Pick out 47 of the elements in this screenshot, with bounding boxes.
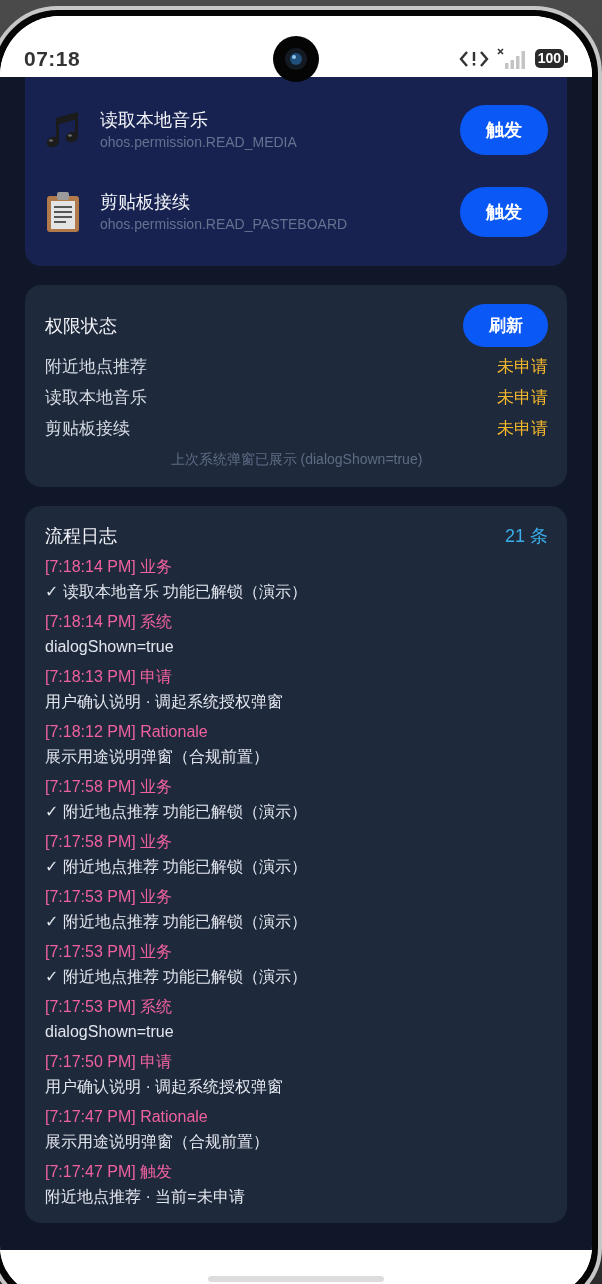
log-entry-message: ✓ 附近地点推荐 功能已解锁（演示） (45, 912, 308, 932)
log-entry-header: [7:17:50 PM] 申请 (45, 1052, 173, 1072)
trigger-button[interactable]: 触发 (460, 105, 548, 155)
log-entry-header: [7:18:13 PM] 申请 (45, 667, 173, 687)
feature-title: 剪贴板接续 (100, 191, 191, 214)
log-entry-header: [7:17:58 PM] 业务 (45, 832, 173, 852)
log-entry-header: [7:17:47 PM] Rationale (45, 1107, 208, 1127)
front-camera-icon (273, 36, 319, 82)
log-entry-header: [7:17:53 PM] 业务 (45, 887, 173, 907)
dialog-status-note: 上次系统弹窗已展示 (dialogShown=true) (170, 450, 423, 469)
log-entry-header: [7:18:14 PM] 业务 (45, 557, 173, 577)
log-entry-header: [7:18:14 PM] 系统 (45, 612, 173, 632)
card-title: 流程日志 (45, 525, 117, 548)
card-title: 权限状态 (45, 314, 117, 338)
no-signal-icon (496, 47, 527, 70)
permission-label: 剪贴板接续 (45, 418, 130, 440)
permission-status: 未申请 (497, 387, 548, 409)
log-entry-message: 展示用途说明弹窗（合规前置） (45, 1132, 269, 1152)
log-entry-header: [7:18:12 PM] Rationale (45, 722, 208, 742)
log-entry-header: [7:17:53 PM] 业务 (45, 942, 173, 962)
permission-name: ohos.permission.READ_PASTEBOARD (100, 215, 349, 234)
log-entry-message: 用户确认说明 · 调起系统授权弹窗 (45, 692, 284, 712)
permission-name: ohos.permission.READ_MEDIA (100, 133, 298, 152)
log-entry-message: 附近地点推荐 · 当前=未申请 (45, 1187, 245, 1207)
music-notes-icon (45, 110, 81, 150)
feature-title: 读取本地音乐 (100, 109, 209, 132)
permission-label: 读取本地音乐 (45, 387, 147, 409)
permission-label: 附近地点推荐 (45, 356, 147, 378)
trigger-button[interactable]: 触发 (460, 187, 548, 237)
clipboard-icon (45, 192, 81, 232)
battery-indicator: 100 (534, 49, 568, 68)
log-entry-message: ✓ 附近地点推荐 功能已解锁（演示） (45, 802, 308, 822)
log-entry-message: ✓ 附近地点推荐 功能已解锁（演示） (45, 857, 308, 877)
permission-status: 未申请 (497, 418, 548, 440)
log-entry-message: dialogShown=true (45, 637, 174, 657)
log-entry-header: [7:17:53 PM] 系统 (45, 997, 173, 1017)
log-entry-header: [7:17:47 PM] 触发 (45, 1162, 173, 1182)
log-count: 21 条 (504, 525, 548, 548)
log-entry-message: 展示用途说明弹窗（合规前置） (45, 747, 269, 767)
log-entry-message: ✓ 读取本地音乐 功能已解锁（演示） (45, 582, 308, 602)
log-entry-message: ✓ 附近地点推荐 功能已解锁（演示） (45, 967, 308, 987)
log-entry-message: 用户确认说明 · 调起系统授权弹窗 (45, 1077, 284, 1097)
log-entry-message: dialogShown=true (45, 1022, 174, 1042)
permission-status: 未申请 (497, 356, 548, 378)
status-time: 07:18 (24, 46, 81, 71)
log-entry-header: [7:17:58 PM] 业务 (45, 777, 173, 797)
refresh-button[interactable]: 刷新 (463, 304, 548, 347)
